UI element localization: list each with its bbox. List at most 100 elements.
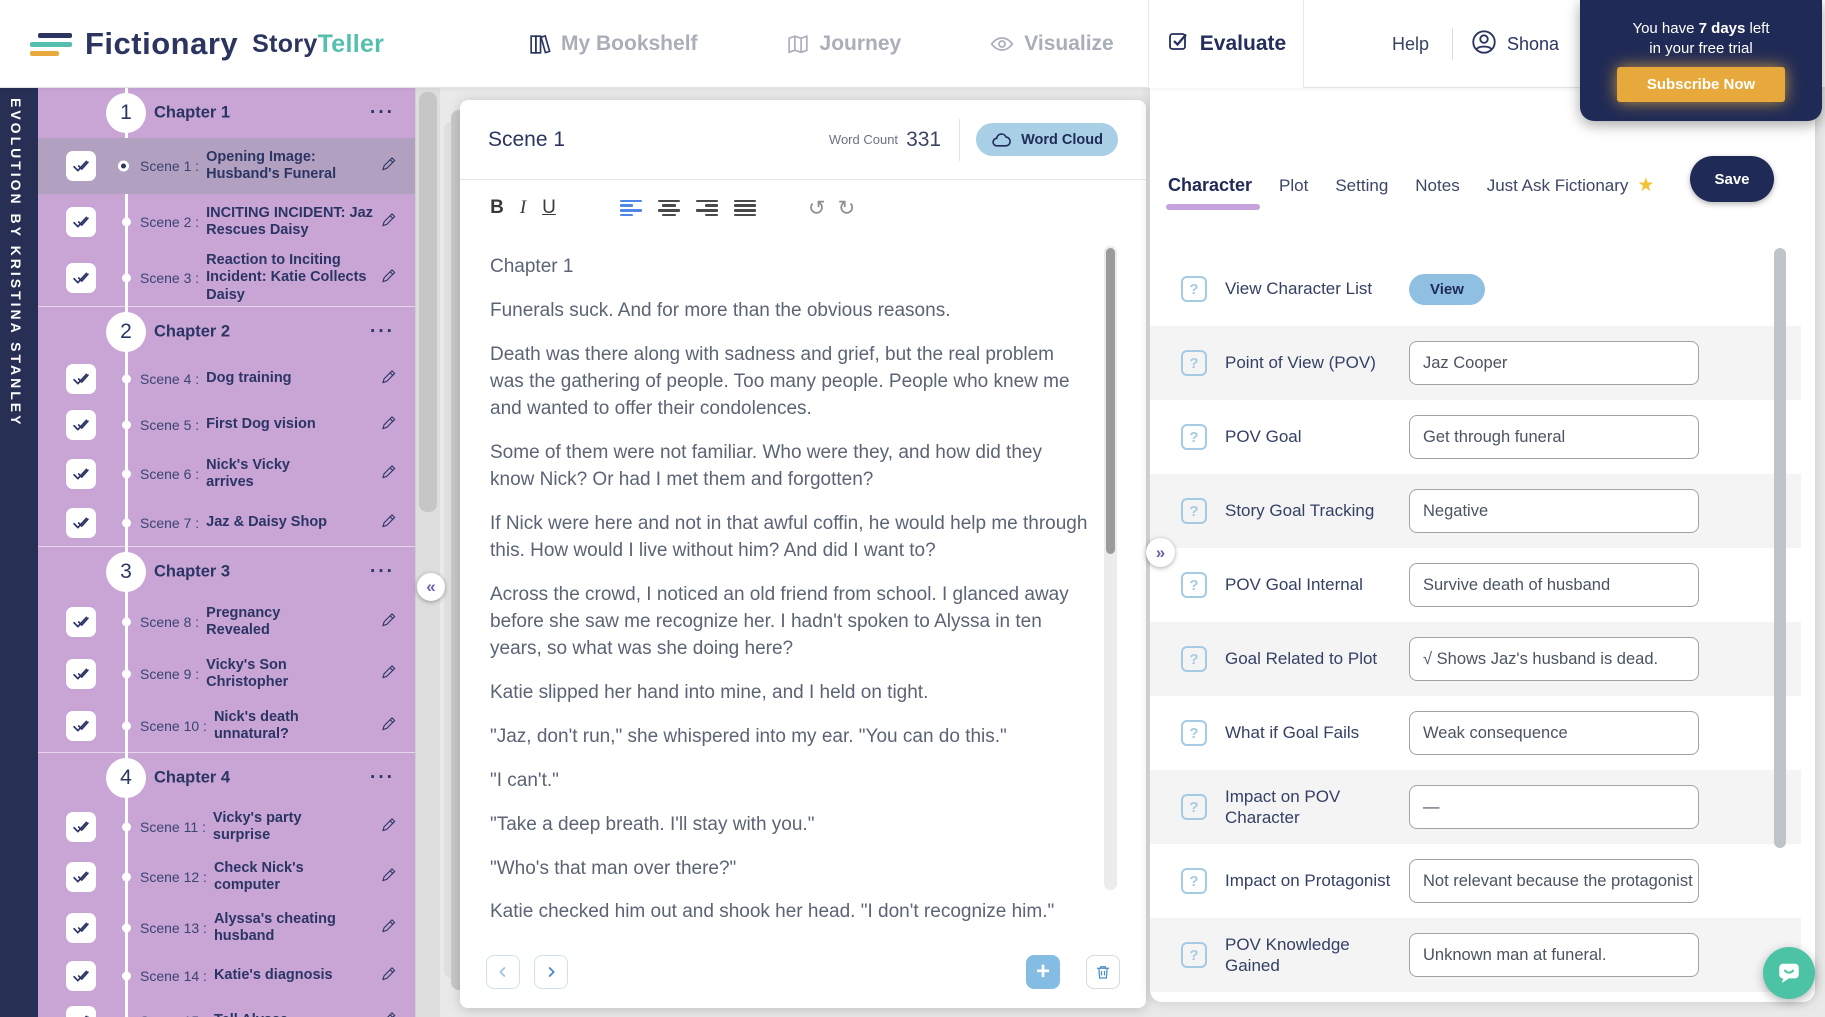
- sidebar-scrollbar[interactable]: [415, 88, 440, 1017]
- scene-complete-checkbox[interactable]: [66, 659, 96, 689]
- next-scene-button[interactable]: [534, 955, 568, 989]
- user-menu[interactable]: Shona: [1470, 0, 1559, 88]
- scene-item[interactable]: Scene 9 : Vicky's Son Christopher: [38, 648, 415, 700]
- edit-scene-icon[interactable]: [380, 463, 398, 486]
- scene-item[interactable]: Scene 3 : Reaction to Inciting Incident:…: [38, 250, 415, 306]
- chapter-header[interactable]: 3 Chapter 3 ···: [38, 546, 415, 596]
- scene-item[interactable]: Scene 8 : Pregnancy Revealed: [38, 596, 415, 648]
- help-tooltip-icon[interactable]: ?: [1181, 868, 1207, 894]
- impact-on-pov-character-input[interactable]: —: [1409, 785, 1699, 829]
- scene-item[interactable]: Scene 1 : Opening Image: Husband's Funer…: [38, 138, 415, 194]
- edit-scene-icon[interactable]: [380, 211, 398, 234]
- scene-complete-checkbox[interactable]: [66, 151, 96, 181]
- chapter-menu-icon[interactable]: ···: [370, 561, 395, 583]
- scene-item[interactable]: Scene 14 : Katie's diagnosis: [38, 954, 415, 998]
- subscribe-now-button[interactable]: Subscribe Now: [1617, 67, 1785, 102]
- impact-on-protagonist-input[interactable]: Not relevant because the protagonist is …: [1409, 859, 1699, 903]
- chapter-menu-icon[interactable]: ···: [370, 321, 395, 343]
- justify-button[interactable]: [734, 200, 756, 217]
- scene-complete-checkbox[interactable]: [66, 1006, 96, 1017]
- edit-scene-icon[interactable]: [380, 866, 398, 889]
- scene-item[interactable]: Scene 11 : Vicky's party surprise: [38, 802, 415, 852]
- align-right-button[interactable]: [696, 200, 718, 217]
- scene-complete-checkbox[interactable]: [66, 410, 96, 440]
- delete-scene-button[interactable]: [1086, 955, 1120, 989]
- nav-journey[interactable]: Journey: [786, 32, 902, 57]
- nav-visualize[interactable]: Visualize: [989, 31, 1114, 57]
- scene-item[interactable]: Scene 5 : First Dog vision: [38, 402, 415, 448]
- tab-setting[interactable]: Setting: [1335, 176, 1388, 196]
- add-scene-button[interactable]: +: [1026, 955, 1060, 989]
- edit-scene-icon[interactable]: [380, 368, 398, 391]
- scene-item[interactable]: Scene 6 : Nick's Vicky arrives: [38, 448, 415, 500]
- help-tooltip-icon[interactable]: ?: [1181, 276, 1207, 302]
- view-character-list-button[interactable]: View: [1409, 274, 1485, 305]
- live-chat-button[interactable]: [1763, 947, 1815, 999]
- what-if-goal-fails-input[interactable]: Weak consequence: [1409, 711, 1699, 755]
- pov-goal-input[interactable]: Get through funeral: [1409, 415, 1699, 459]
- scene-complete-checkbox[interactable]: [66, 711, 96, 741]
- pov-goal-internal-input[interactable]: Survive death of husband: [1409, 563, 1699, 607]
- scene-text-editor[interactable]: Chapter 1 Funerals suck. And for more th…: [460, 236, 1146, 936]
- scene-complete-checkbox[interactable]: [66, 459, 96, 489]
- align-center-button[interactable]: [658, 200, 680, 217]
- help-tooltip-icon[interactable]: ?: [1181, 646, 1207, 672]
- help-tooltip-icon[interactable]: ?: [1181, 794, 1207, 820]
- scene-complete-checkbox[interactable]: [66, 961, 96, 991]
- tab-notes[interactable]: Notes: [1415, 176, 1459, 196]
- chapter-header[interactable]: 2 Chapter 2 ···: [38, 306, 415, 356]
- scene-complete-checkbox[interactable]: [66, 207, 96, 237]
- collapse-panel-button[interactable]: »: [1146, 538, 1175, 567]
- nav-my-bookshelf[interactable]: My Bookshelf: [527, 32, 698, 57]
- editor-scrollbar[interactable]: [1104, 246, 1117, 890]
- scene-item[interactable]: Scene 4 : Dog training: [38, 356, 415, 402]
- edit-scene-icon[interactable]: [380, 611, 398, 634]
- redo-button[interactable]: ↻: [838, 196, 856, 221]
- scene-item[interactable]: Scene 7 : Jaz & Daisy Shop: [38, 500, 415, 546]
- underline-button[interactable]: U: [536, 197, 562, 219]
- edit-scene-icon[interactable]: [380, 663, 398, 686]
- previous-scene-button[interactable]: [486, 955, 520, 989]
- pov-input[interactable]: Jaz Cooper: [1409, 341, 1699, 385]
- help-tooltip-icon[interactable]: ?: [1181, 498, 1207, 524]
- chapter-header[interactable]: 1 Chapter 1 ···: [38, 88, 415, 138]
- story-goal-tracking-input[interactable]: Negative: [1409, 489, 1699, 533]
- chapter-header[interactable]: 4 Chapter 4 ···: [38, 752, 415, 802]
- sidebar-scrollbar-thumb[interactable]: [419, 92, 437, 512]
- align-left-button[interactable]: [620, 200, 642, 217]
- scene-item[interactable]: Scene 15 : Tell Alyssa: [38, 998, 415, 1017]
- goal-related-to-plot-input[interactable]: √ Shows Jaz's husband is dead.: [1409, 637, 1699, 681]
- pov-knowledge-gained-input[interactable]: Unknown man at funeral.: [1409, 933, 1699, 977]
- edit-scene-icon[interactable]: [380, 917, 398, 940]
- panel-scrollbar-thumb[interactable]: [1774, 248, 1786, 848]
- tab-just-ask-fictionary[interactable]: Just Ask Fictionary: [1487, 176, 1629, 196]
- edit-scene-icon[interactable]: [380, 512, 398, 535]
- help-tooltip-icon[interactable]: ?: [1181, 720, 1207, 746]
- collapse-sidebar-button[interactable]: «: [417, 573, 445, 601]
- scene-item[interactable]: Scene 2 : INCITING INCIDENT: Jaz Rescues…: [38, 194, 415, 250]
- tab-plot[interactable]: Plot: [1279, 176, 1308, 196]
- scene-item[interactable]: Scene 10 : Nick's death unnatural?: [38, 700, 415, 752]
- scene-complete-checkbox[interactable]: [66, 812, 96, 842]
- bold-button[interactable]: B: [484, 197, 510, 219]
- word-cloud-button[interactable]: Word Cloud: [976, 123, 1118, 156]
- edit-scene-icon[interactable]: [380, 816, 398, 839]
- editor-scrollbar-thumb[interactable]: [1104, 246, 1117, 556]
- edit-scene-icon[interactable]: [380, 1010, 398, 1017]
- edit-scene-icon[interactable]: [380, 414, 398, 437]
- scene-complete-checkbox[interactable]: [66, 607, 96, 637]
- help-tooltip-icon[interactable]: ?: [1181, 942, 1207, 968]
- edit-scene-icon[interactable]: [380, 965, 398, 988]
- nav-evaluate[interactable]: Evaluate: [1148, 0, 1304, 88]
- save-button[interactable]: Save: [1690, 156, 1774, 202]
- fictionary-logo[interactable]: Fictionary StoryTeller: [30, 0, 384, 88]
- scene-complete-checkbox[interactable]: [66, 364, 96, 394]
- help-tooltip-icon[interactable]: ?: [1181, 572, 1207, 598]
- scene-complete-checkbox[interactable]: [66, 862, 96, 892]
- scene-complete-checkbox[interactable]: [66, 913, 96, 943]
- chapter-menu-icon[interactable]: ···: [370, 102, 395, 124]
- scene-complete-checkbox[interactable]: [66, 508, 96, 538]
- scene-item[interactable]: Scene 12 : Check Nick's computer: [38, 852, 415, 902]
- chapter-menu-icon[interactable]: ···: [370, 767, 395, 789]
- edit-scene-icon[interactable]: [380, 155, 398, 178]
